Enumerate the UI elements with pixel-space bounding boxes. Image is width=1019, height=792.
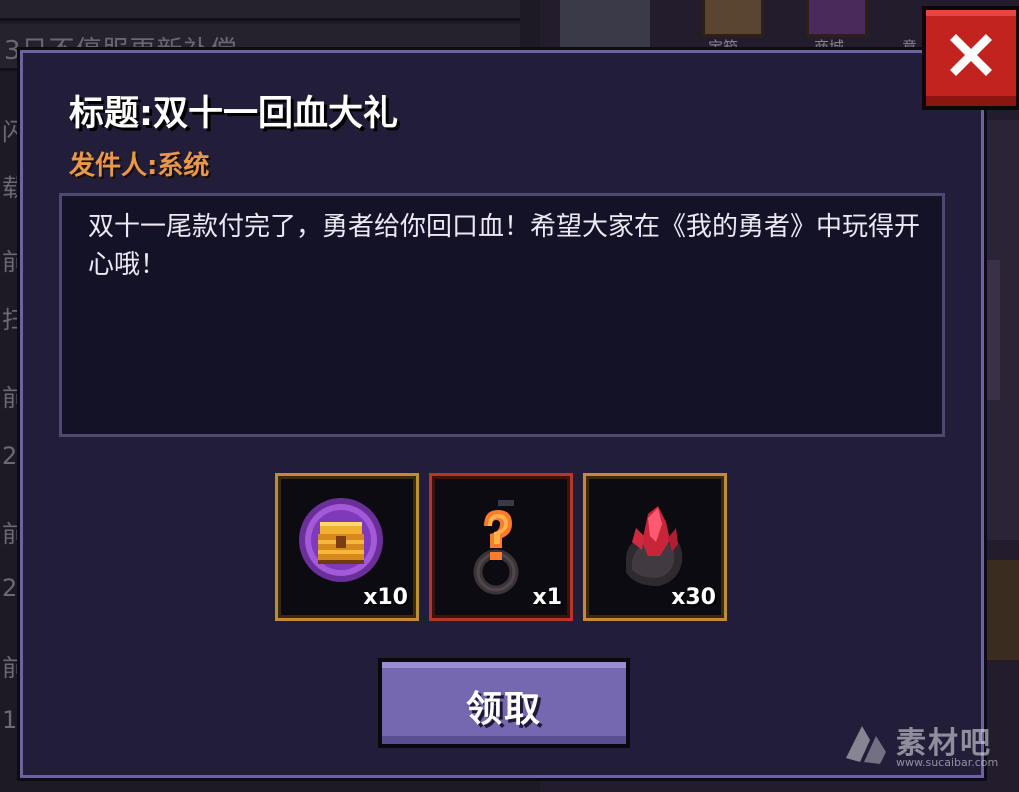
game-screen: 3日不停服更新补偿 闪 载 前 扫 前 2 前 2 前 13 宝箱 商城 意 标… bbox=[0, 0, 1019, 792]
mail-dialog: 标题:双十一回血大礼 发件人:系统 双十一尾款付完了，勇者给你回口血！希望大家在… bbox=[20, 50, 984, 778]
reward-slot-chest[interactable]: x10 bbox=[275, 473, 419, 621]
watermark-logo-icon bbox=[846, 726, 886, 764]
close-button[interactable] bbox=[922, 6, 1019, 110]
bg-edge-text: 2 bbox=[2, 442, 18, 470]
claim-button[interactable]: 领取 bbox=[378, 658, 630, 748]
watermark: 素材吧 www.sucaibar.com bbox=[838, 712, 1016, 782]
sender-value: 系统 bbox=[157, 151, 210, 181]
shop-icon[interactable] bbox=[806, 0, 868, 37]
mail-body-text: 双十一尾款付完了，勇者给你回口血！希望大家在《我的勇者》中玩得开心哦！ bbox=[88, 212, 921, 280]
mail-body-box[interactable]: 双十一尾款付完了，勇者给你回口血！希望大家在《我的勇者》中玩得开心哦！ bbox=[59, 193, 945, 437]
mail-title: 标题:双十一回血大礼 bbox=[69, 94, 398, 134]
reward-qty: x1 bbox=[532, 585, 563, 610]
watermark-url: www.sucaibar.com bbox=[896, 756, 999, 769]
bg-edge-text: 2 bbox=[2, 574, 18, 602]
sender-label: 发件人: bbox=[69, 151, 158, 181]
reward-slot-mystery[interactable]: x1 bbox=[429, 473, 573, 621]
claim-button-label: 领取 bbox=[465, 689, 542, 730]
reward-qty: x10 bbox=[363, 585, 408, 610]
mail-sender: 发件人:系统 bbox=[69, 145, 209, 182]
reward-qty: x30 bbox=[671, 585, 716, 610]
treasure-chest-icon[interactable] bbox=[702, 0, 764, 37]
bg-mail-strip bbox=[0, 0, 520, 21]
close-x-icon bbox=[950, 34, 992, 76]
reward-slot-crystal[interactable]: x30 bbox=[583, 473, 727, 621]
